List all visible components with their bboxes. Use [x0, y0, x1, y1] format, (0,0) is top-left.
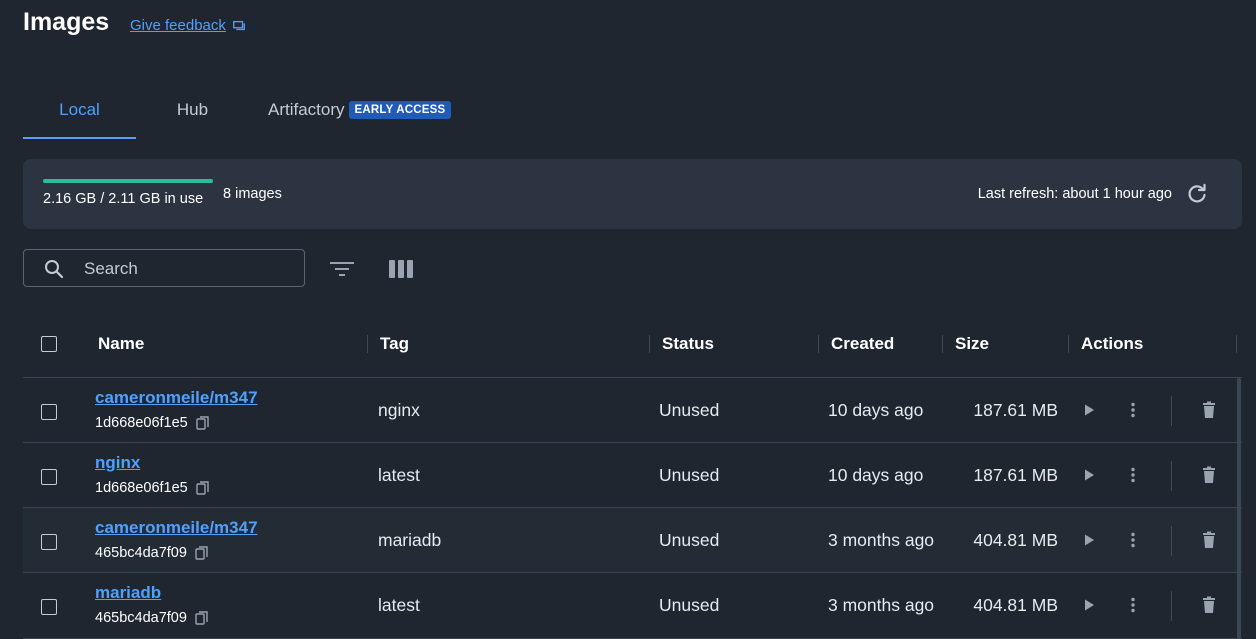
trash-icon[interactable] — [1199, 400, 1219, 420]
trash-icon[interactable] — [1199, 530, 1219, 550]
size-cell: 187.61 MB — [973, 400, 1058, 420]
play-icon[interactable] — [1079, 595, 1099, 615]
table-header: Name Tag Status Created Size Actions — [23, 310, 1242, 378]
column-header-size[interactable]: Size — [955, 334, 989, 354]
column-divider[interactable] — [818, 335, 819, 353]
disk-usage-panel: 2.16 GB / 2.11 GB in use 8 images Last r… — [23, 159, 1242, 229]
select-all-checkbox[interactable] — [41, 336, 57, 352]
image-name-link[interactable]: cameronmeile/m347 — [95, 518, 258, 538]
table-row[interactable]: cameronmeile/m347 1d668e06f1e5 nginx Unu… — [23, 378, 1242, 443]
feedback-icon — [232, 20, 245, 30]
image-id-text: 465bc4da7f09 — [95, 545, 187, 561]
tag-cell: nginx — [378, 400, 420, 420]
trash-icon[interactable] — [1199, 465, 1219, 485]
created-cell: 3 months ago — [828, 595, 935, 615]
search-input[interactable] — [82, 258, 296, 280]
image-id: 465bc4da7f09 — [95, 610, 208, 626]
image-id-text: 1d668e06f1e5 — [95, 480, 188, 496]
image-name-link[interactable]: nginx — [95, 453, 140, 473]
more-vertical-icon[interactable] — [1123, 400, 1143, 420]
action-divider — [1171, 396, 1172, 426]
row-checkbox[interactable] — [41, 534, 57, 550]
disk-usage-fill — [43, 179, 213, 183]
search-icon — [45, 260, 64, 279]
early-access-badge: EARLY ACCESS — [348, 101, 452, 119]
column-header-created[interactable]: Created — [831, 334, 894, 354]
columns-icon[interactable] — [387, 258, 415, 280]
play-icon[interactable] — [1079, 400, 1099, 420]
search-box — [23, 249, 305, 287]
action-divider — [1171, 591, 1172, 621]
refresh-icon[interactable] — [1185, 182, 1209, 206]
column-header-name[interactable]: Name — [98, 334, 144, 354]
status-cell: Unused — [659, 530, 720, 550]
image-name-link[interactable]: cameronmeile/m347 — [95, 388, 258, 408]
give-feedback-link[interactable]: Give feedback — [130, 17, 246, 34]
tag-cell: mariadb — [378, 530, 442, 550]
tab-artifactory[interactable]: Artifactory EARLY ACCESS — [249, 94, 452, 139]
tab-local[interactable]: Local — [23, 94, 136, 139]
size-cell: 187.61 MB — [973, 465, 1058, 485]
created-cell: 10 days ago — [828, 465, 924, 485]
status-cell: Unused — [659, 465, 720, 485]
tab-hub[interactable]: Hub — [136, 94, 249, 139]
image-id-text: 465bc4da7f09 — [95, 610, 187, 626]
trash-icon[interactable] — [1199, 595, 1219, 615]
size-cell: 404.81 MB — [973, 530, 1058, 550]
more-vertical-icon[interactable] — [1123, 530, 1143, 550]
image-id-text: 1d668e06f1e5 — [95, 415, 188, 431]
tag-cell: latest — [378, 465, 420, 485]
play-icon[interactable] — [1079, 530, 1099, 550]
image-count: 8 images — [223, 186, 282, 202]
created-cell: 10 days ago — [828, 400, 924, 420]
tab-hub-label: Hub — [176, 100, 209, 119]
table-scrollbar[interactable] — [1237, 378, 1241, 639]
column-divider[interactable] — [942, 335, 943, 353]
status-cell: Unused — [659, 400, 720, 420]
row-checkbox[interactable] — [41, 469, 57, 485]
row-checkbox[interactable] — [41, 404, 57, 420]
action-divider — [1171, 461, 1172, 491]
column-divider — [1236, 335, 1237, 353]
last-refresh-text: Last refresh: about 1 hour ago — [977, 186, 1172, 202]
copy-icon[interactable] — [196, 481, 209, 495]
more-vertical-icon[interactable] — [1123, 595, 1143, 615]
column-divider[interactable] — [367, 335, 368, 353]
filter-icon[interactable] — [329, 258, 355, 280]
created-cell: 3 months ago — [828, 530, 935, 550]
image-id: 1d668e06f1e5 — [95, 415, 209, 431]
disk-usage-bar — [43, 179, 213, 183]
action-divider — [1171, 526, 1172, 556]
table-row[interactable]: nginx 1d668e06f1e5 latest Unused 10 days… — [23, 443, 1242, 508]
column-divider[interactable] — [649, 335, 650, 353]
image-id: 465bc4da7f09 — [95, 545, 208, 561]
table-row[interactable]: mariadb 465bc4da7f09 latest Unused 3 mon… — [23, 573, 1242, 639]
row-checkbox[interactable] — [41, 599, 57, 615]
column-header-tag[interactable]: Tag — [380, 334, 409, 354]
page-title: Images — [23, 8, 110, 36]
size-cell: 404.81 MB — [973, 595, 1058, 615]
column-header-actions: Actions — [1081, 334, 1144, 353]
play-icon[interactable] — [1079, 465, 1099, 485]
tab-bar: Local Hub Artifactory EARLY ACCESS — [23, 94, 452, 139]
more-vertical-icon[interactable] — [1123, 465, 1143, 485]
image-name-link[interactable]: mariadb — [95, 583, 161, 603]
table-row[interactable]: cameronmeile/m347 465bc4da7f09 mariadb U… — [23, 508, 1242, 573]
tab-local-label: Local — [59, 100, 100, 119]
disk-usage-text: 2.16 GB / 2.11 GB in use — [43, 191, 204, 207]
status-cell: Unused — [659, 595, 720, 615]
copy-icon[interactable] — [196, 416, 209, 430]
tag-cell: latest — [378, 595, 420, 615]
copy-icon[interactable] — [195, 611, 208, 625]
tab-artifactory-label: Artifactory — [268, 100, 345, 119]
column-header-status[interactable]: Status — [662, 334, 714, 354]
copy-icon[interactable] — [195, 546, 208, 560]
give-feedback-label: Give feedback — [130, 17, 226, 34]
column-divider[interactable] — [1068, 335, 1069, 353]
image-id: 1d668e06f1e5 — [95, 480, 209, 496]
